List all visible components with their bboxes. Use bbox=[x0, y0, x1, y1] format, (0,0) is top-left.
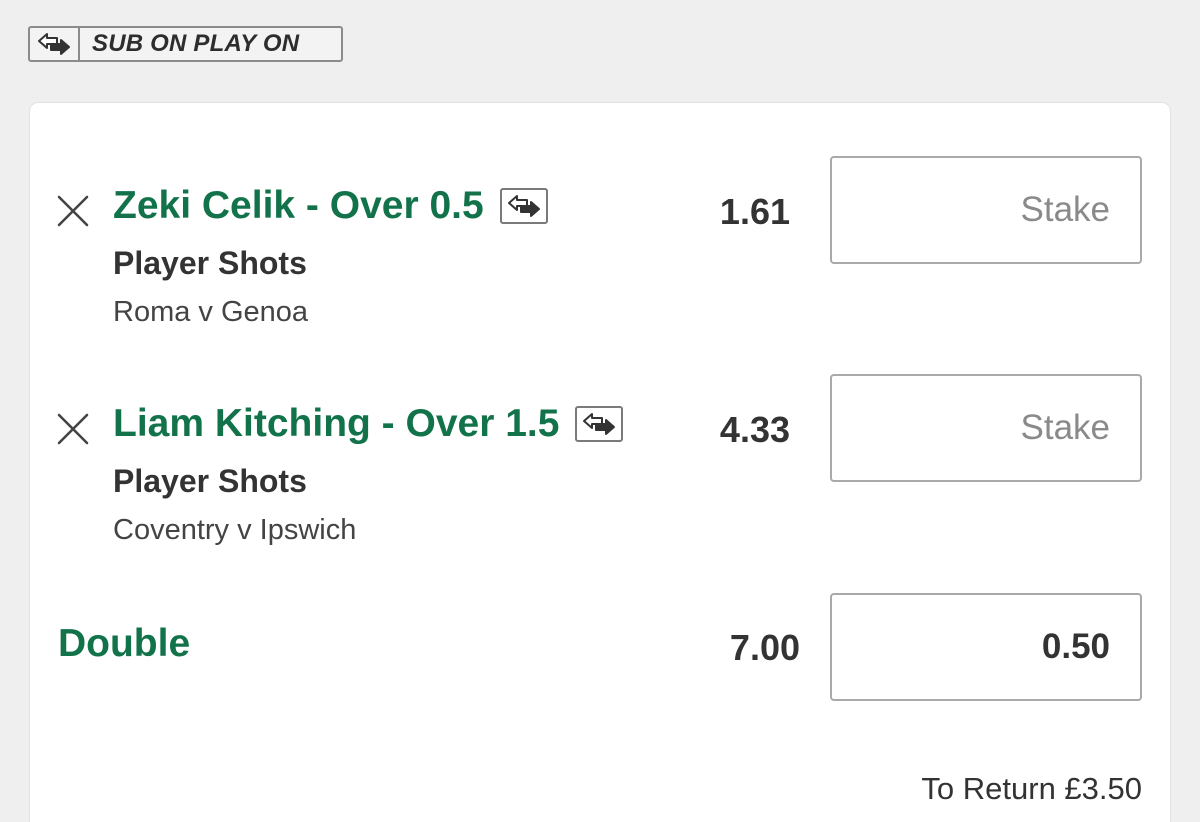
event-name: Roma v Genoa bbox=[113, 296, 309, 328]
market-name: Player Shots bbox=[113, 463, 307, 499]
event-name: Coventry v Ipswich bbox=[113, 514, 357, 546]
bet-slip-card: Zeki Celik - Over 0.5 Player Shots Roma … bbox=[30, 103, 1170, 822]
sub-on-play-on-label: SUB ON PLAY ON bbox=[92, 30, 300, 57]
sub-on-play-on-icon bbox=[499, 188, 548, 224]
bet-slip-page: SUB ON PLAY ON Zeki Celik - Over 0.5 Pla… bbox=[0, 0, 1200, 822]
multiple-stake-input[interactable]: 0.50 bbox=[830, 593, 1142, 701]
selection-odds: 1.61 bbox=[719, 191, 790, 232]
selection-title: Liam Kitching - Over 1.5 bbox=[113, 402, 624, 446]
market-name: Player Shots bbox=[113, 245, 307, 281]
sub-on-play-on-icon bbox=[30, 28, 80, 60]
selection-odds: 4.33 bbox=[719, 409, 790, 450]
multiple-label: Double bbox=[58, 622, 191, 665]
sub-on-play-on-icon bbox=[575, 406, 624, 442]
multiple-odds: 7.00 bbox=[729, 627, 800, 668]
remove-selection-icon[interactable] bbox=[56, 194, 90, 228]
selection-name: Liam Kitching - Over 1.5 bbox=[113, 402, 560, 445]
selection-name: Zeki Celik - Over 0.5 bbox=[113, 184, 484, 227]
sub-on-play-on-banner: SUB ON PLAY ON bbox=[28, 26, 343, 62]
remove-selection-icon[interactable] bbox=[56, 412, 90, 446]
stake-input[interactable]: Stake bbox=[830, 374, 1142, 482]
selection-title: Zeki Celik - Over 0.5 bbox=[113, 184, 548, 228]
stake-input[interactable]: Stake bbox=[830, 156, 1142, 264]
to-return-text: To Return £3.50 bbox=[921, 771, 1142, 806]
